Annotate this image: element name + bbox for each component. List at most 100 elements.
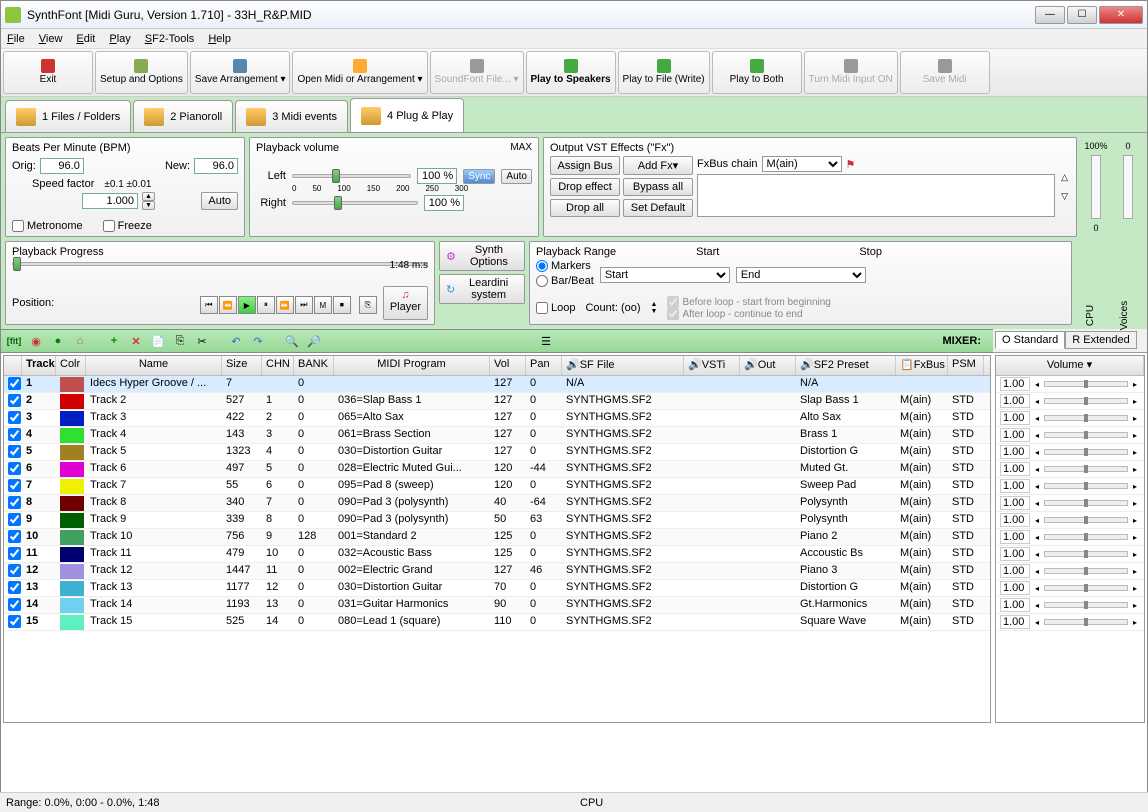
circle-icon[interactable]: ● [49,332,67,350]
freeze-checkbox[interactable]: Freeze [103,220,152,232]
track-color[interactable] [60,513,84,528]
mix-value[interactable]: 1.00 [1000,530,1030,544]
toolbar-play-to-both[interactable]: Play to Both [712,51,802,94]
mix-right[interactable]: ▸ [1130,397,1140,406]
mixer-volume-header[interactable]: Volume ▾ [996,356,1144,375]
mixer-row[interactable]: 1.00 ◂ ▸ [996,478,1144,495]
hdr-chn[interactable]: CHN [262,356,294,375]
track-check[interactable] [8,530,21,543]
mixer-row[interactable]: 1.00 ◂ ▸ [996,461,1144,478]
mixer-row[interactable]: 1.00 ◂ ▸ [996,512,1144,529]
fx-up-icon[interactable]: △ [1061,172,1068,183]
track-row[interactable]: 15 Track 15525 140 080=Lead 1 (square)11… [4,614,990,631]
toolbar-soundfont-file-[interactable]: SoundFont File... ▾ [430,51,524,94]
mixer-row[interactable]: 1.00 ◂ ▸ [996,597,1144,614]
hdr-sf[interactable]: SF File [580,359,615,371]
hdr-vsti[interactable]: VSTi [702,359,725,371]
right-pct[interactable] [424,195,464,211]
mixer-row[interactable]: 1.00 ◂ ▸ [996,563,1144,580]
add-icon[interactable]: + [105,332,123,350]
track-row[interactable]: 9 Track 9339 80 090=Pad 3 (polysynth)50 … [4,512,990,529]
copy-icon[interactable]: ⎘ [171,332,189,350]
tbt-rewind[interactable]: ⏮ [200,296,218,314]
track-row[interactable]: 1 Idecs Hyper Groove / ...7 0 127 0N/A N… [4,376,990,393]
track-row[interactable]: 2 Track 2527 10 036=Slap Bass 1127 0SYNT… [4,393,990,410]
track-check[interactable] [8,479,21,492]
track-color[interactable] [60,496,84,511]
mix-slider[interactable] [1044,483,1128,489]
tbt-pause[interactable]: ⏸ [257,296,275,314]
mixer-row[interactable]: 1.00 ◂ ▸ [996,529,1144,546]
tbt-end[interactable]: ⏭ [295,296,313,314]
standard-tab[interactable]: O Standard [995,331,1065,349]
hdr-fxbus[interactable]: FxBus [914,359,945,371]
mixer-row[interactable]: 1.00 ◂ ▸ [996,427,1144,444]
track-color[interactable] [60,445,84,460]
toolbar-play-to-speakers[interactable]: Play to Speakers [526,51,616,94]
mix-value[interactable]: 1.00 [1000,445,1030,459]
left-pct[interactable] [417,168,457,184]
zoom2-icon[interactable]: 🔎 [305,332,323,350]
mix-right[interactable]: ▸ [1130,601,1140,610]
doc-icon[interactable]: 📄 [149,332,167,350]
track-check[interactable] [8,496,21,509]
track-row[interactable]: 7 Track 755 60 095=Pad 8 (sweep)120 0SYN… [4,478,990,495]
tbt-next[interactable]: ⏩ [276,296,294,314]
set-default-button[interactable]: Set Default [623,199,693,217]
target-icon[interactable]: ◉ [27,332,45,350]
track-color[interactable] [60,564,84,579]
mix-right[interactable]: ▸ [1130,499,1140,508]
menu-view[interactable]: View [39,33,63,45]
mix-left[interactable]: ◂ [1032,533,1042,542]
after-loop-checkbox[interactable]: After loop - continue to end [667,308,830,320]
hdr-preset[interactable]: SF2 Preset [814,359,869,371]
mixer-row[interactable]: 1.00 ◂ ▸ [996,393,1144,410]
mix-value[interactable]: 1.00 [1000,411,1030,425]
track-row[interactable]: 3 Track 3422 20 065=Alto Sax127 0SYNTHGM… [4,410,990,427]
tbt-prev[interactable]: ⏪ [219,296,237,314]
track-check[interactable] [8,581,21,594]
mix-left[interactable]: ◂ [1032,499,1042,508]
home-icon[interactable]: ⌂ [71,332,89,350]
toolbar-open-midi-or-arrangement[interactable]: Open Midi or Arrangement ▾ [292,51,427,94]
menu-help[interactable]: Help [208,33,231,45]
track-check[interactable] [8,615,21,628]
mixer-row[interactable]: 1.00 ◂ ▸ [996,580,1144,597]
mix-slider[interactable] [1044,602,1128,608]
tab-3-midi-events[interactable]: 3 Midi events [235,100,348,132]
range-end-select[interactable]: End [736,267,866,283]
track-color[interactable] [60,581,84,596]
mix-slider[interactable] [1044,432,1128,438]
mix-left[interactable]: ◂ [1032,431,1042,440]
vol-auto-button[interactable]: Auto [501,169,532,184]
mix-left[interactable]: ◂ [1032,550,1042,559]
redo-icon[interactable]: ↷ [249,332,267,350]
fxchain-select[interactable]: M(ain) [762,156,842,172]
tbt-play[interactable]: ▶ [238,296,256,314]
mix-left[interactable]: ◂ [1032,380,1042,389]
mix-left[interactable]: ◂ [1032,618,1042,627]
track-row[interactable]: 13 Track 131177 120 030=Distortion Guita… [4,580,990,597]
mix-value[interactable]: 1.00 [1000,581,1030,595]
range-start-select[interactable]: Start [600,267,730,283]
toolbar-exit[interactable]: Exit [3,51,93,94]
fit-icon[interactable]: [fit] [5,332,23,350]
mix-left[interactable]: ◂ [1032,601,1042,610]
track-check[interactable] [8,547,21,560]
mixer-row[interactable]: 1.00 ◂ ▸ [996,495,1144,512]
delete-icon[interactable]: ✕ [127,332,145,350]
mix-right[interactable]: ▸ [1130,567,1140,576]
track-row[interactable]: 8 Track 8340 70 090=Pad 3 (polysynth)40 … [4,495,990,512]
menu-edit[interactable]: Edit [76,33,95,45]
toolbar-save-midi[interactable]: Save Midi [900,51,990,94]
toolbar-play-to-file-write-[interactable]: Play to File (Write) [618,51,710,94]
track-row[interactable]: 14 Track 141193 130 031=Guitar Harmonics… [4,597,990,614]
track-color[interactable] [60,479,84,494]
tbt-m[interactable]: M [314,296,332,314]
track-check[interactable] [8,377,21,390]
before-loop-checkbox[interactable]: Before loop - start from beginning [667,296,830,308]
track-color[interactable] [60,530,84,545]
fx-flag-icon[interactable]: ⚑ [846,158,856,171]
mix-slider[interactable] [1044,449,1128,455]
list-icon[interactable]: ☰ [537,332,555,350]
